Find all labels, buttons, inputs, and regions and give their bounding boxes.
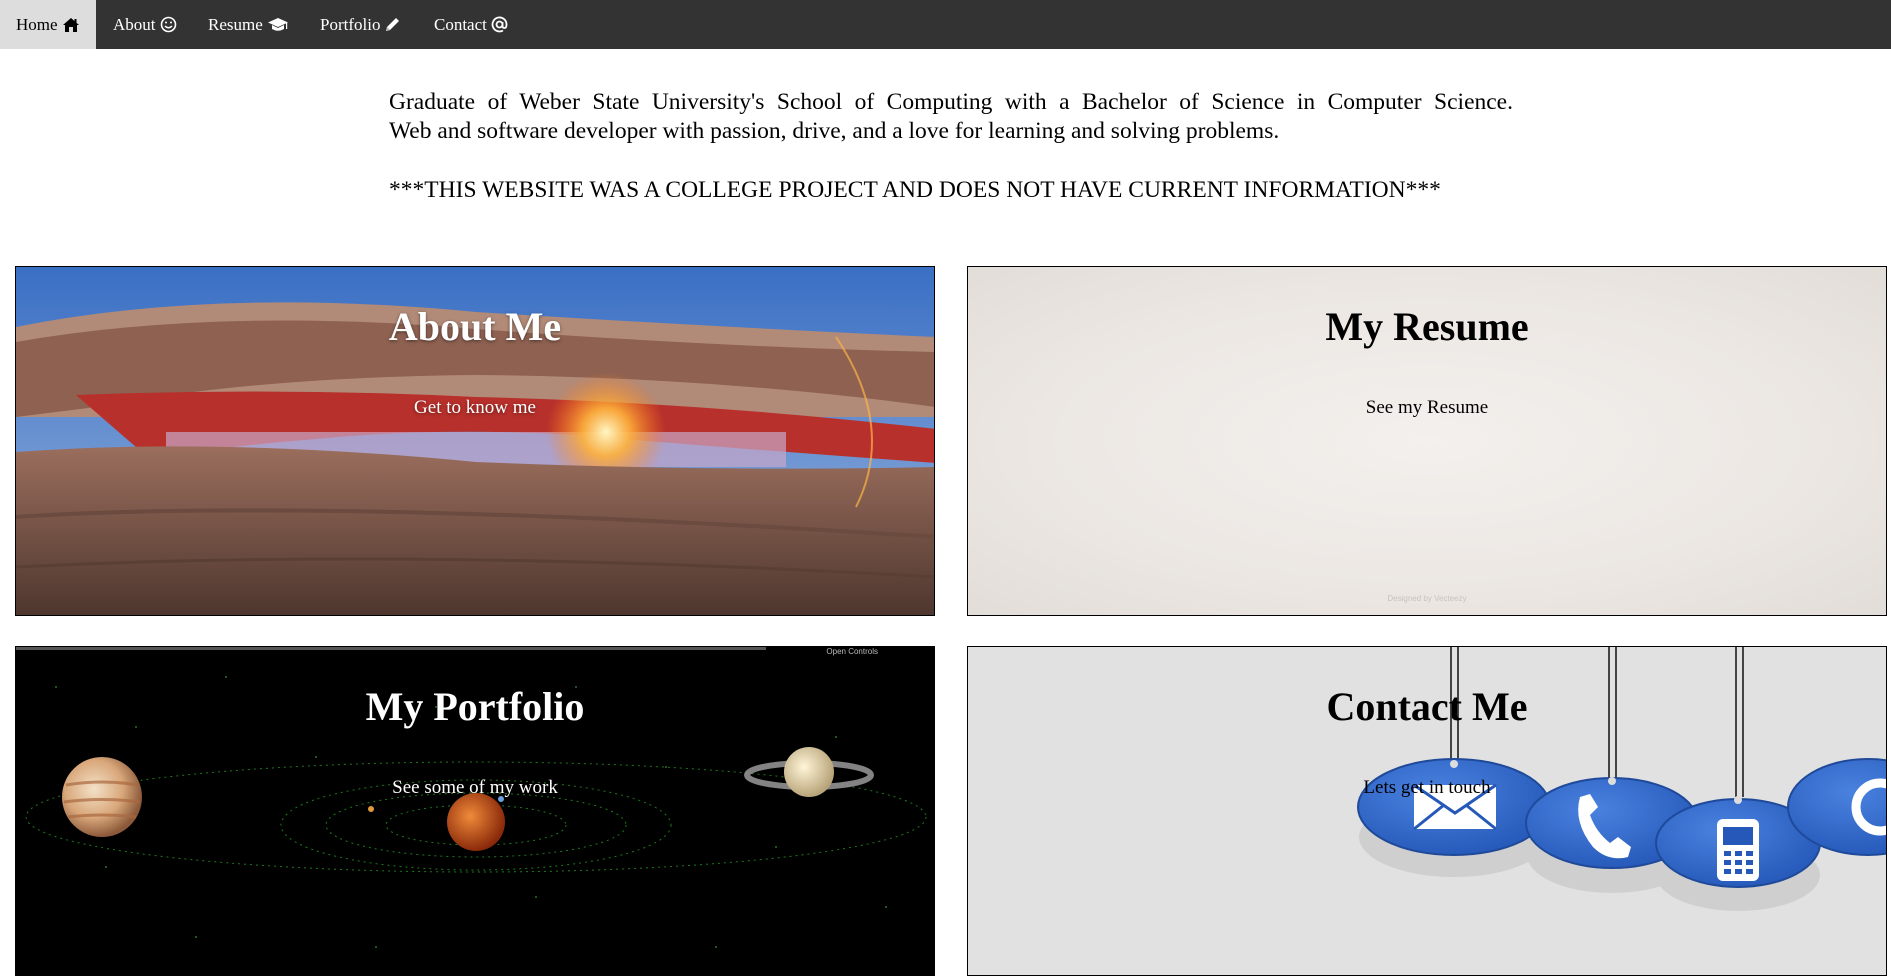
graduation-cap-icon <box>267 17 288 31</box>
nav-portfolio[interactable]: Portfolio <box>320 0 401 49</box>
intro-line-2: Web and software developer with passion,… <box>389 118 1280 144</box>
nav-contact-label: Contact <box>434 14 487 34</box>
resume-card-title: My Resume <box>1325 304 1529 349</box>
portfolio-card-subtitle[interactable]: See some of my work <box>16 777 934 799</box>
intro-paragraph: Graduate of Weber State University's Sch… <box>389 88 1513 146</box>
resume-card-subtitle[interactable]: See my Resume <box>968 397 1886 419</box>
about-card-title: About Me <box>388 304 562 349</box>
top-navbar: Home About Resume Portfolio Contact <box>0 0 1891 49</box>
open-controls-button[interactable]: Open Controls <box>826 647 878 656</box>
designer-watermark: Designed by Vecteezy <box>1387 594 1467 603</box>
contact-card-title: Contact Me <box>1326 684 1528 729</box>
nav-resume-label: Resume <box>208 14 263 34</box>
portfolio-top-strip <box>16 647 766 650</box>
mobile-phone-icon <box>1717 819 1759 881</box>
nav-resume[interactable]: Resume <box>208 0 289 49</box>
nav-portfolio-label: Portfolio <box>320 14 381 34</box>
home-icon <box>62 17 79 32</box>
resume-card[interactable]: My Resume See my Resume Designed by Vect… <box>967 266 1887 616</box>
nav-home-label: Home <box>16 14 58 34</box>
contact-card[interactable]: Contact Me Lets get in touch <box>967 646 1887 976</box>
portfolio-card-title: My Portfolio <box>365 684 585 729</box>
contact-card-subtitle[interactable]: Lets get in touch <box>968 777 1886 799</box>
at-icon <box>491 16 508 33</box>
about-card[interactable]: About Me Get to know me <box>15 266 935 616</box>
nav-about-label: About <box>113 14 156 34</box>
nav-contact[interactable]: Contact <box>434 0 508 49</box>
portfolio-card[interactable]: Open Controls My Portfolio See some of m… <box>15 646 935 976</box>
intro-line-1: Graduate of Weber State University's Sch… <box>389 89 1513 115</box>
smile-icon <box>160 16 176 33</box>
project-disclaimer: ***THIS WEBSITE WAS A COLLEGE PROJECT AN… <box>389 177 1441 203</box>
about-card-subtitle[interactable]: Get to know me <box>16 397 934 419</box>
nav-home[interactable]: Home <box>0 0 96 49</box>
nav-about[interactable]: About <box>113 0 177 49</box>
pencil-icon <box>386 18 400 31</box>
